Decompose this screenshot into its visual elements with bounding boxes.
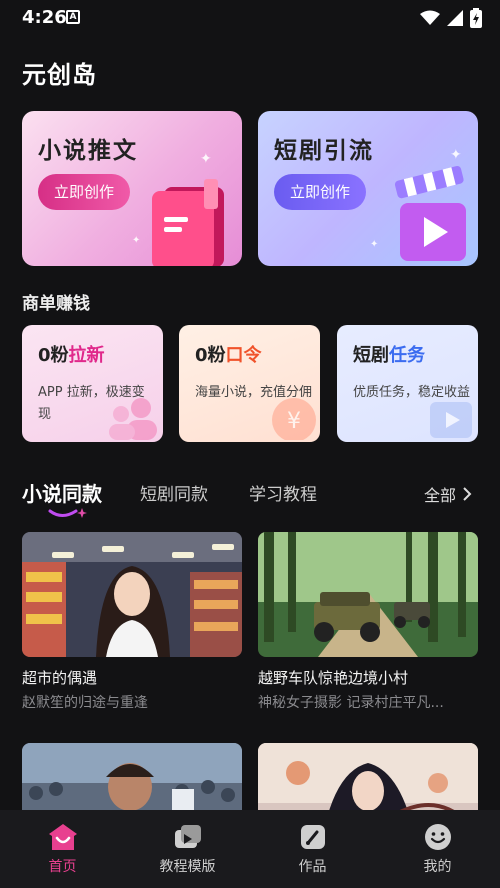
signal-icon xyxy=(447,10,463,26)
tab-novel[interactable]: 小说同款 xyxy=(22,478,102,507)
thumbnail-image xyxy=(258,532,478,657)
app-title: 元创岛 xyxy=(22,61,97,89)
content-title: 越野车队惊艳边境小村 xyxy=(258,669,409,687)
nav-label: 我的 xyxy=(423,859,452,875)
sparkle-icon: ✦ xyxy=(200,151,212,167)
task-card-drama-task[interactable]: 短剧任务 优质任务，稳定收益 xyxy=(337,325,478,442)
sparkle-icon: ✦ xyxy=(370,239,379,250)
svg-text:¥: ¥ xyxy=(287,409,301,434)
tab-tutorial[interactable]: 学习教程 xyxy=(249,480,317,505)
tab-drama[interactable]: 短剧同款 xyxy=(140,480,208,505)
content-card[interactable]: 越野车队惊艳边境小村 神秘女子摄影 记录村庄平凡... xyxy=(258,532,478,712)
nav-label: 首页 xyxy=(48,859,77,875)
yen-coin-icon: ¥ xyxy=(272,398,316,440)
clapperboard-icon xyxy=(394,165,466,261)
status-time: 4:26 xyxy=(22,7,67,28)
task-title-highlight: 任务 xyxy=(389,345,425,366)
video-template-icon xyxy=(175,825,201,848)
task-title-prefix: 0粉 xyxy=(195,345,226,366)
task-title: 0粉拉新 xyxy=(38,341,105,367)
view-all-link[interactable]: 全部 xyxy=(424,482,472,506)
view-all-label: 全部 xyxy=(423,486,456,505)
feature-card-novel[interactable]: 小说推文 立即创作 ✦ ✦ xyxy=(22,111,242,266)
profile-icon xyxy=(425,824,451,850)
task-title-prefix: 短剧 xyxy=(353,345,389,366)
task-title-highlight: 拉新 xyxy=(68,345,105,366)
chevron-right-icon xyxy=(463,487,472,501)
tab-indicator xyxy=(48,508,87,518)
content-subtitle: 神秘女子摄影 记录村庄平凡... xyxy=(258,695,444,711)
thumbnail-image xyxy=(22,532,242,657)
category-tabs: 小说同款 短剧同款 学习教程 全部 xyxy=(22,478,482,518)
users-icon xyxy=(109,398,157,440)
nav-works[interactable]: 作品 xyxy=(250,810,375,888)
task-title-highlight: 口令 xyxy=(225,345,262,366)
works-icon xyxy=(301,825,325,849)
nav-home[interactable]: 首页 xyxy=(0,810,125,888)
content-card[interactable]: 超市的偶遇 赵默笙的归途与重逢 xyxy=(22,532,242,712)
status-bar: 4:26 A xyxy=(0,0,500,36)
task-title: 短剧任务 xyxy=(353,341,425,367)
wifi-icon xyxy=(420,10,440,25)
play-card-icon xyxy=(430,402,472,438)
task-card-referral[interactable]: 0粉拉新 APP 拉新，极速变现 xyxy=(22,325,163,442)
nav-profile[interactable]: 我的 xyxy=(375,810,500,888)
task-card-password[interactable]: 0粉口令 海量小说，充值分佣 ¥ xyxy=(179,325,320,442)
section-title: 商单赚钱 xyxy=(22,294,90,314)
nav-tutorial-templates[interactable]: 教程模版 xyxy=(125,810,250,888)
task-title: 0粉口令 xyxy=(195,341,262,367)
home-icon xyxy=(49,824,77,850)
system-icons xyxy=(420,8,482,28)
task-title-prefix: 0粉 xyxy=(38,345,69,366)
create-button[interactable]: 立即创作 xyxy=(38,174,131,210)
content-subtitle: 赵默笙的归途与重逢 xyxy=(22,695,148,711)
bottom-nav: 首页 教程模版 作品 我的 xyxy=(0,810,500,888)
notification-icon: A xyxy=(66,10,80,24)
feature-title: 小说推文 xyxy=(38,138,138,164)
feature-title: 短剧引流 xyxy=(274,138,374,164)
content-title: 超市的偶遇 xyxy=(22,669,98,687)
book-icon xyxy=(152,179,224,266)
sparkle-icon: ✦ xyxy=(132,235,141,246)
nav-label: 作品 xyxy=(298,859,327,875)
create-button[interactable]: 立即创作 xyxy=(274,174,367,210)
feature-card-drama[interactable]: 短剧引流 立即创作 ✦ ✦ xyxy=(258,111,478,266)
sparkle-icon: ✦ xyxy=(450,147,462,163)
battery-icon xyxy=(470,8,482,28)
nav-label: 教程模版 xyxy=(159,859,216,875)
